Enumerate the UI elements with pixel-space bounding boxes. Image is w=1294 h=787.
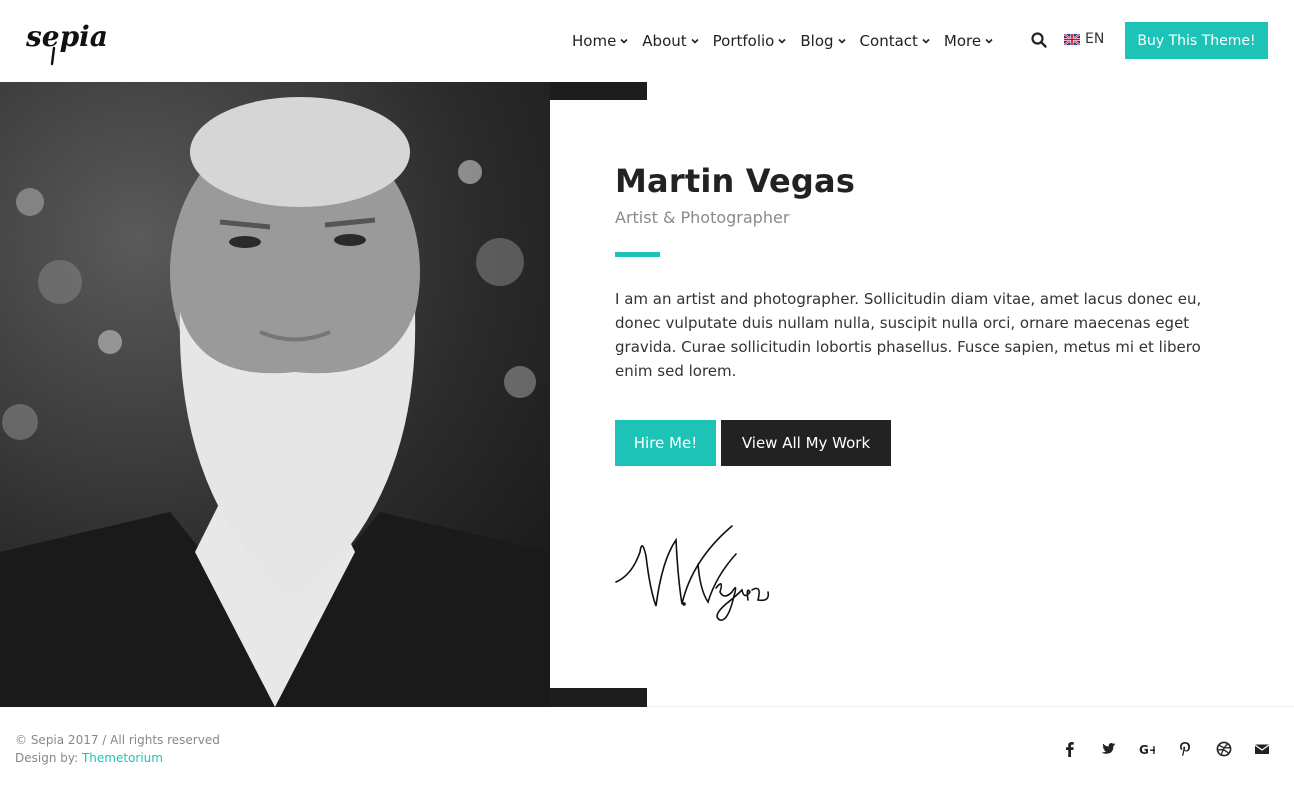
- chevron-down-icon: [691, 38, 699, 44]
- themetorium-link[interactable]: Themetorium: [82, 751, 163, 765]
- social-links: G+: [1062, 740, 1292, 758]
- chevron-down-icon: [837, 38, 846, 44]
- profile-role: Artist & Photographer: [615, 208, 790, 227]
- nav-item-about[interactable]: About: [642, 30, 699, 52]
- svg-text:sepia: sepia: [25, 20, 108, 53]
- chevron-down-icon: [778, 38, 786, 44]
- footer-credits: © Sepia 2017 / All rights reserved Desig…: [15, 731, 220, 767]
- email-link[interactable]: [1254, 740, 1292, 758]
- svg-text:G+: G+: [1139, 743, 1155, 757]
- nav-label: Blog: [800, 32, 834, 50]
- nav-label: Contact: [859, 32, 918, 50]
- buy-theme-button[interactable]: Buy This Theme!: [1125, 22, 1268, 59]
- nav-label: Portfolio: [712, 32, 775, 50]
- view-work-button[interactable]: View All My Work: [721, 420, 891, 466]
- nav-item-home[interactable]: Home: [572, 30, 628, 52]
- main-nav: Home About Portfolio Blog Contact More: [572, 30, 1007, 52]
- signature-image: [615, 525, 770, 621]
- dribbble-icon: [1216, 741, 1231, 757]
- envelope-icon: [1254, 744, 1270, 754]
- accent-divider: [615, 252, 660, 257]
- uk-flag-icon: [1064, 33, 1080, 45]
- facebook-link[interactable]: [1062, 740, 1100, 758]
- nav-label: About: [642, 32, 687, 50]
- language-selector[interactable]: EN: [1064, 31, 1104, 47]
- twitter-link[interactable]: [1100, 740, 1138, 758]
- search-icon[interactable]: [1031, 32, 1047, 48]
- chevron-down-icon: [620, 38, 628, 44]
- dribbble-link[interactable]: [1216, 740, 1254, 758]
- nav-item-blog[interactable]: Blog: [800, 30, 846, 52]
- sepia-logo[interactable]: sepia: [24, 12, 110, 68]
- chevron-down-icon: [922, 38, 930, 44]
- portrait-photo: [0, 82, 550, 707]
- footer-divider: [647, 706, 1294, 707]
- copyright-text: © Sepia 2017 / All rights reserved: [15, 733, 220, 747]
- google-plus-icon: G+: [1139, 743, 1155, 757]
- pinterest-link[interactable]: [1177, 740, 1215, 758]
- nav-label: Home: [572, 32, 617, 50]
- twitter-icon: [1101, 743, 1116, 754]
- pinterest-icon: [1180, 742, 1191, 756]
- nav-item-portfolio[interactable]: Portfolio: [713, 30, 787, 52]
- language-label: EN: [1085, 31, 1105, 47]
- google-plus-link[interactable]: G+: [1139, 740, 1177, 758]
- site-header: sepia Home About Portfolio Blog Contact …: [0, 0, 1294, 82]
- design-credit: Design by: Themetorium: [15, 749, 220, 767]
- nav-item-more[interactable]: More: [944, 30, 993, 52]
- profile-bio: I am an artist and photographer. Sollici…: [615, 290, 1202, 380]
- hire-me-button[interactable]: Hire Me!: [615, 420, 716, 466]
- chevron-down-icon: [985, 38, 993, 44]
- portrait-illustration: [0, 97, 550, 707]
- nav-label: More: [943, 32, 982, 50]
- nav-item-contact[interactable]: Contact: [860, 30, 930, 52]
- facebook-icon: [1066, 742, 1074, 757]
- profile-name: Martin Vegas: [615, 162, 856, 200]
- design-prefix: Design by:: [15, 751, 82, 765]
